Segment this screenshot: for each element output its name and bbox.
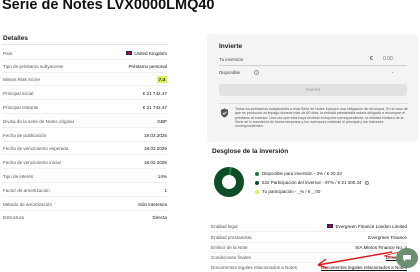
amount-label: Tu inversión — [219, 57, 244, 62]
shield-check-icon — [220, 108, 229, 118]
legend-label: Disponible para inversión - 3% / € 20.33 — [262, 171, 342, 176]
legal-docs-link[interactable]: Documentos legales relacionados a Notes — [321, 265, 407, 270]
detail-row-risk-score: Mintos Risk Score 7.4 — [3, 73, 167, 85]
detail-label: Tipo de préstamo subyacente — [3, 63, 64, 69]
currency-symbol: € — [370, 56, 373, 62]
details-divider — [2, 44, 168, 45]
investment-donut-chart — [214, 167, 244, 197]
row-divider — [3, 182, 167, 183]
entity-value: SIA Mintos Finance No. 4 — [355, 244, 407, 250]
country-value: United Kingdom — [134, 50, 167, 56]
row-divider — [3, 168, 167, 169]
entity-label: Emisor de la Note — [211, 244, 248, 250]
entity-row-legal-docs: Documentos legales relacionados a Notes … — [211, 262, 407, 272]
entity-label: Condiciones finales — [211, 254, 251, 260]
legend-dot — [255, 180, 259, 185]
detail-value: Sólo intereses — [137, 201, 167, 207]
row-divider — [3, 127, 167, 128]
detail-row-remaining-principal: Principal restante € 21 742.47 — [3, 101, 167, 113]
available-value: - — [392, 70, 394, 75]
detail-row-loan-type: Tipo de préstamo subyacente Préstamo per… — [3, 60, 167, 72]
details-heading: Detalles — [3, 35, 28, 42]
detail-label: Factor de amortización — [3, 187, 50, 193]
entity-label: Entidad prestamista — [211, 234, 252, 240]
entity-label: Documentos legales relacionados a Notes — [211, 264, 298, 270]
detail-value: 1 — [164, 187, 167, 193]
row-divider — [3, 154, 167, 155]
row-divider — [3, 196, 167, 197]
detail-value: 18.02.2026 — [144, 145, 167, 151]
detail-label: Principal inicial — [3, 90, 34, 96]
detail-label: Fecha de publicación — [3, 132, 47, 138]
entity-row-lender: Entidad prestamista Evergreen Finance — [211, 232, 407, 242]
detail-value: € 21 742.47 — [142, 90, 167, 96]
detail-value: € 21 742.47 — [142, 104, 167, 110]
entity-value: Evergreen Finance — [368, 234, 407, 240]
detail-row-amortization-factor: Factor de amortización 1 — [3, 184, 167, 196]
buyback-disclaimer: Todos los préstamos subyacentes a esta S… — [235, 107, 408, 129]
risk-score-badge: 7.4 — [156, 75, 167, 83]
legend-label: 632 Participación del inversor - 97% / €… — [262, 180, 362, 185]
page-title: Serie de Notes LVX0000LMQ40 — [2, 0, 215, 13]
detail-label: Mintos Risk Score — [3, 76, 41, 82]
row-divider — [3, 99, 167, 100]
detail-label: País — [3, 50, 13, 56]
detail-label: Método de amortización — [3, 201, 53, 207]
legend-item-yours: Tu participación - _% / € _.00 — [255, 188, 320, 195]
detail-label: Tipo de interés — [3, 173, 34, 179]
detail-label: Fecha de vencimiento inicial — [3, 159, 61, 165]
breakdown-heading: Desglose de la inversión — [212, 148, 289, 155]
detail-row-initial-maturity: Fecha de vencimiento inicial 18.02.2026 — [3, 156, 167, 168]
chat-button[interactable] — [396, 248, 418, 268]
donut-slice-1 — [214, 167, 244, 197]
detail-label: Divisa de la serie de Notes original — [3, 118, 74, 124]
detail-value: 18.02.2026 — [144, 159, 167, 165]
detail-label: Principal restante — [3, 104, 39, 110]
chat-icon — [403, 255, 411, 262]
uk-flag-icon — [126, 51, 133, 55]
detail-row-initial-principal: Principal inicial € 21 742.47 — [3, 87, 167, 99]
detail-value: Préstamo personal — [128, 63, 167, 69]
legend-item-investors: 632 Participación del inversor - 97% / €… — [255, 179, 369, 186]
invest-heading: Invierte — [219, 43, 243, 50]
legend-dot — [255, 189, 259, 194]
detail-value: 19.02.2025 — [144, 132, 167, 138]
detail-label: Fecha de vencimiento esperada — [3, 145, 69, 151]
detail-value: United Kingdom — [126, 51, 167, 56]
detail-row-currency: Divisa de la serie de Notes original GBP — [3, 115, 167, 127]
detail-row-interest-rate: Tipo de interés 14% — [3, 170, 167, 182]
entity-row-legal-entity: Entidad legal Evergreen Finance London L… — [211, 221, 407, 231]
detail-row-amortization-method: Método de amortización Sólo intereses — [3, 198, 167, 210]
detail-value: 14% — [157, 173, 167, 179]
invest-button[interactable]: Invertir — [219, 84, 407, 96]
legend-item-available: Disponible para inversión - 3% / € 20.33 — [255, 170, 342, 177]
legal-entity-value: Evergreen Finance London Limited — [335, 223, 407, 229]
detail-value: Directa — [152, 214, 167, 220]
entity-row-final-terms: Condiciones finales Descargar — [211, 252, 407, 262]
detail-row-expected-maturity: Fecha de vencimiento esperada 18.02.2026 — [3, 142, 167, 154]
detail-label: Estructura — [3, 214, 24, 220]
detail-value: GBP — [157, 118, 167, 124]
detail-row-country: País United Kingdom — [3, 47, 167, 59]
legend-dot — [255, 171, 259, 176]
detail-row-structure: Estructura Directa — [3, 211, 167, 223]
row-divider — [3, 85, 167, 86]
row-divider — [3, 113, 167, 114]
info-icon[interactable]: i — [254, 70, 259, 75]
entity-row-issuer: Emisor de la Note SIA Mintos Finance No.… — [211, 242, 407, 252]
investment-amount-input[interactable] — [383, 55, 401, 62]
uk-flag-icon — [327, 224, 334, 228]
invest-card: Invierte Tu inversión € Disponible i - I… — [207, 34, 418, 142]
invest-divider — [219, 103, 407, 104]
info-icon[interactable]: i — [364, 180, 369, 185]
entity-label: Entidad legal — [211, 223, 238, 229]
legend-label: Tu participación - _% / € _.00 — [262, 189, 321, 194]
available-label: Disponible — [219, 70, 241, 75]
amount-underline — [219, 65, 407, 66]
entity-value: Evergreen Finance London Limited — [327, 224, 407, 229]
detail-row-publication-date: Fecha de publicación 19.02.2025 — [3, 129, 167, 141]
